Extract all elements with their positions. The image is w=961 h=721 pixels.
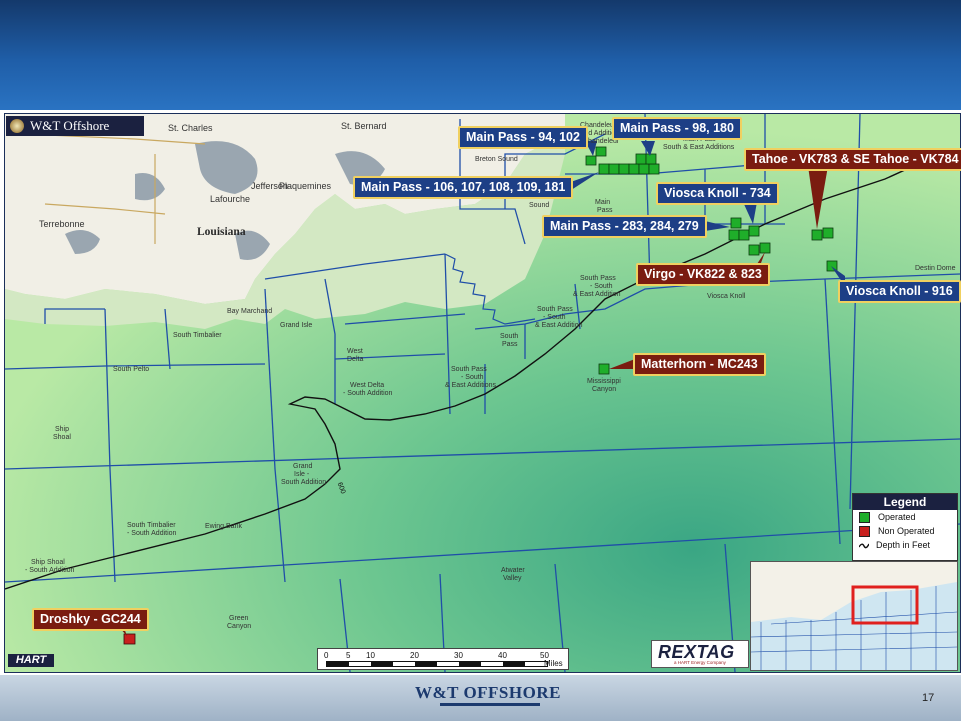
label-south-pass-a2: - South	[590, 283, 613, 290]
depth-line-icon	[859, 543, 869, 548]
label-bay-marchand: Bay Marchand	[227, 308, 272, 315]
scale-tick: 40	[498, 651, 507, 660]
label-west-delta-south2: - South Addition	[343, 390, 393, 397]
label-ship-shoal-2: Ship Shoal	[31, 559, 65, 566]
callout-viosca-knoll-916: Viosca Knoll - 916	[838, 280, 961, 303]
label-south-pass-c: South Pass	[451, 366, 487, 373]
wt-offshore-badge: W&T Offshore	[6, 116, 144, 136]
legend-item-label: Depth in Feet	[876, 540, 931, 550]
label-south-pass-b: South Pass	[537, 306, 573, 313]
inset-map	[750, 561, 958, 671]
label-south-pass-b3: & East Addition	[535, 322, 583, 329]
label-canyon: Canyon	[592, 386, 616, 393]
scale-tick: 10	[366, 651, 375, 660]
label-green: Green	[229, 615, 249, 622]
scale-tick: 0	[324, 651, 329, 660]
label-plaquemines: Plaquemines	[279, 181, 332, 191]
callout-main-pass-283: Main Pass - 283, 284, 279	[542, 215, 707, 238]
label-canyon-2: Canyon	[227, 623, 251, 630]
label-south-east-additions: South & East Additions	[663, 144, 735, 151]
label-lafourche: Lafourche	[210, 194, 250, 204]
scale-tick: 30	[454, 651, 463, 660]
footer-logo: W&T OFFSHORE	[415, 683, 561, 702]
footer-banner: W&T OFFSHORE	[0, 675, 961, 721]
label-ship: Ship	[55, 426, 69, 433]
label-st-charles: St. Charles	[168, 123, 213, 133]
legend-title: Legend	[853, 494, 957, 510]
label-valley: Valley	[503, 575, 522, 582]
scale-graphic	[326, 661, 548, 667]
label-louisiana: Louisiana	[197, 226, 246, 238]
wt-offshore-badge-label: W&T Offshore	[30, 118, 110, 133]
scale-labels: 0 5 10 20 30 40 50	[322, 651, 562, 660]
legend-item-non-operated: Non Operated	[853, 524, 957, 538]
callout-main-pass-94-102: Main Pass - 94, 102	[458, 126, 588, 149]
label-west-delta-south: West Delta	[350, 382, 384, 389]
label-south-pass-c2: - South	[461, 374, 484, 381]
label-south-pass-b2: - South	[543, 314, 566, 321]
label-mississippi: Mississippi	[587, 378, 621, 385]
label-terrebonne: Terrebonne	[39, 219, 85, 229]
label-west: West	[347, 348, 363, 355]
rextag-logo: REXTAG a HART Energy Company	[651, 640, 749, 668]
label-destin-dome: Destin Dome	[915, 265, 956, 272]
label-grand-isle: Grand Isle	[280, 322, 312, 329]
label-st-south-addition2: - South Addition	[127, 530, 177, 537]
footer-logo-underline	[440, 703, 540, 706]
label-viosca-knoll-area: Viosca Knoll	[707, 293, 746, 300]
label-south-pass-a: South Pass	[580, 275, 616, 282]
operated-swatch-icon	[859, 511, 870, 523]
label-grand: Grand	[293, 463, 313, 470]
rextag-subtitle: a HART Energy Company	[674, 660, 726, 665]
page-number: 17	[922, 692, 935, 704]
callout-matterhorn: Matterhorn - MC243	[633, 353, 766, 376]
legend-item-operated: Operated	[853, 510, 957, 524]
scale-tick: 5	[346, 651, 351, 660]
header-banner	[0, 0, 961, 110]
callout-main-pass-98-180: Main Pass - 98, 180	[612, 117, 742, 140]
scale-bar: 0 5 10 20 30 40 50 Miles	[317, 648, 569, 670]
label-pass: Pass	[597, 207, 613, 214]
label-south-pelto: South Pelto	[113, 366, 149, 373]
label-delta: Delta	[347, 356, 363, 363]
label-ship-shoal-2b: - South Addition	[25, 567, 75, 574]
label-sound: Sound	[529, 202, 549, 209]
label-st-bernard: St. Bernard	[341, 121, 387, 131]
label-ewing-bank: Ewing Bank	[205, 523, 242, 530]
callout-virgo: Virgo - VK822 & 823	[636, 263, 770, 286]
globe-icon	[10, 119, 24, 133]
legend-item-label: Non Operated	[878, 526, 935, 536]
label-gi-south-addition: South Addition	[281, 479, 326, 486]
legend-item-label: Operated	[878, 512, 916, 522]
legend: Legend Operated Non Operated Depth in Fe…	[852, 493, 958, 561]
callout-tahoe: Tahoe - VK783 & SE Tahoe - VK784	[744, 148, 961, 171]
hart-logo: HART	[8, 654, 54, 667]
label-isle: Isle -	[294, 471, 310, 478]
label-south: South	[500, 333, 518, 340]
label-south-pass-a3: & East Addition	[573, 291, 621, 298]
label-south-pass-c3: & East Additions	[445, 382, 496, 389]
inset-map-canvas	[751, 562, 957, 670]
scale-unit: Miles	[544, 659, 563, 668]
scale-tick: 20	[410, 651, 419, 660]
callout-viosca-knoll-734: Viosca Knoll - 734	[656, 182, 779, 205]
legend-item-depth: Depth in Feet	[853, 538, 957, 552]
non-operated-swatch-icon	[859, 525, 870, 537]
label-south-timbalier: South Timbalier	[173, 332, 222, 339]
callout-droshky: Droshky - GC244	[32, 608, 149, 631]
label-atwater: Atwater	[501, 567, 525, 574]
label-main: Main	[595, 199, 610, 206]
droshky-block	[123, 633, 136, 645]
label-pass-2: Pass	[502, 341, 518, 348]
label-breton-sound: Breton Sound	[475, 156, 518, 163]
label-shoal: Shoal	[53, 434, 71, 441]
callout-main-pass-106: Main Pass - 106, 107, 108, 109, 181	[353, 176, 574, 199]
label-st-south-addition: South Timbalier	[127, 522, 176, 529]
